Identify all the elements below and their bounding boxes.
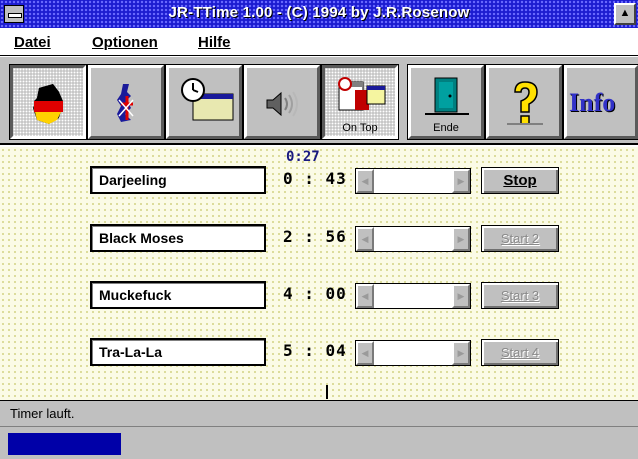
start-button[interactable]: Start 2: [481, 225, 559, 252]
timer-panel: 0:27 Darjeeling 0 : 43 ◀ ▶ Stop Black Mo…: [0, 147, 638, 400]
scroll-left-icon[interactable]: ◀: [356, 341, 374, 365]
uk-flag-icon: [117, 84, 134, 122]
help-question-icon: [507, 81, 543, 125]
timer-duration-scrollbar[interactable]: ◀ ▶: [355, 168, 471, 194]
start-button[interactable]: Start 4: [481, 339, 559, 366]
scroll-track[interactable]: [374, 341, 452, 365]
menu-hilfe[interactable]: Hilfe: [198, 34, 231, 51]
scroll-left-icon[interactable]: ◀: [356, 284, 374, 308]
timer-name-field[interactable]: Muckefuck: [90, 281, 266, 309]
start-button[interactable]: Start 3: [481, 282, 559, 309]
timer-name-field[interactable]: Tra-La-La: [90, 338, 266, 366]
menu-bar: Datei Optionen Hilfe: [0, 28, 638, 56]
timer-duration: 0 : 43: [283, 169, 347, 188]
scroll-left-icon[interactable]: ◀: [356, 169, 374, 193]
timer-name-field[interactable]: Black Moses: [90, 224, 266, 252]
menu-optionen[interactable]: Optionen: [92, 34, 158, 51]
on-top-icon: [338, 77, 386, 111]
timer-duration: 5 : 04: [283, 341, 347, 360]
timer-name-field[interactable]: Darjeeling: [90, 166, 266, 194]
sound-button[interactable]: [244, 65, 320, 139]
clock-window-icon: [181, 78, 234, 121]
speaker-icon: [266, 91, 298, 117]
timer-duration: 2 : 56: [283, 227, 347, 246]
info-icon: Info: [569, 88, 616, 117]
on-top-label: On Top: [342, 122, 378, 134]
app-window: JR-TTime 1.00 - (C) 1994 by J.R.Rosenow …: [0, 0, 638, 459]
scroll-right-icon[interactable]: ▶: [452, 284, 470, 308]
menu-datei[interactable]: Datei: [14, 34, 51, 51]
help-button[interactable]: [486, 65, 562, 139]
exit-button[interactable]: Ende: [408, 65, 484, 139]
info-button[interactable]: Info: [564, 65, 638, 139]
on-top-button[interactable]: On Top: [322, 65, 398, 139]
title-bar[interactable]: JR-TTime 1.00 - (C) 1994 by J.R.Rosenow …: [0, 0, 638, 28]
status-bar: Timer lauft.: [0, 400, 638, 426]
timer-duration-scrollbar[interactable]: ◀ ▶: [355, 283, 471, 309]
text-cursor: [326, 385, 328, 399]
timer-row: Black Moses 2 : 56 ◀ ▶ Start 2: [0, 224, 638, 254]
status-text: Timer lauft.: [10, 406, 75, 421]
timer-row: Tra-La-La 5 : 04 ◀ ▶ Start 4: [0, 338, 638, 368]
scroll-left-icon[interactable]: ◀: [356, 227, 374, 251]
exit-label: Ende: [433, 122, 459, 134]
timer-duration-scrollbar[interactable]: ◀ ▶: [355, 226, 471, 252]
timer-duration: 4 : 00: [283, 284, 347, 303]
maximize-icon[interactable]: ▲: [614, 3, 636, 25]
scroll-right-icon[interactable]: ▶: [452, 341, 470, 365]
elapsed-time: 0:27: [286, 149, 320, 165]
toolbar: On Top Ende Info: [0, 57, 638, 145]
exit-door-icon: [425, 77, 469, 115]
scroll-right-icon[interactable]: ▶: [452, 169, 470, 193]
germany-flag-icon: [33, 84, 63, 124]
language-german-button[interactable]: [10, 65, 86, 139]
timer-duration-scrollbar[interactable]: ◀ ▶: [355, 340, 471, 366]
scroll-right-icon[interactable]: ▶: [452, 227, 470, 251]
scroll-track[interactable]: [374, 284, 452, 308]
language-english-button[interactable]: [88, 65, 164, 139]
stop-button[interactable]: Stop: [481, 167, 559, 194]
timer-row: Muckefuck 4 : 00 ◀ ▶ Start 3: [0, 281, 638, 311]
window-title: JR-TTime 1.00 - (C) 1994 by J.R.Rosenow: [168, 4, 470, 21]
timer-window-button[interactable]: [166, 65, 242, 139]
scroll-track[interactable]: [374, 227, 452, 251]
timer-row: Darjeeling 0 : 43 ◀ ▶ Stop: [0, 166, 638, 196]
progress-fill: [8, 433, 121, 455]
progress-bar: [8, 433, 636, 455]
scroll-track[interactable]: [374, 169, 452, 193]
progress-area: [0, 426, 638, 459]
